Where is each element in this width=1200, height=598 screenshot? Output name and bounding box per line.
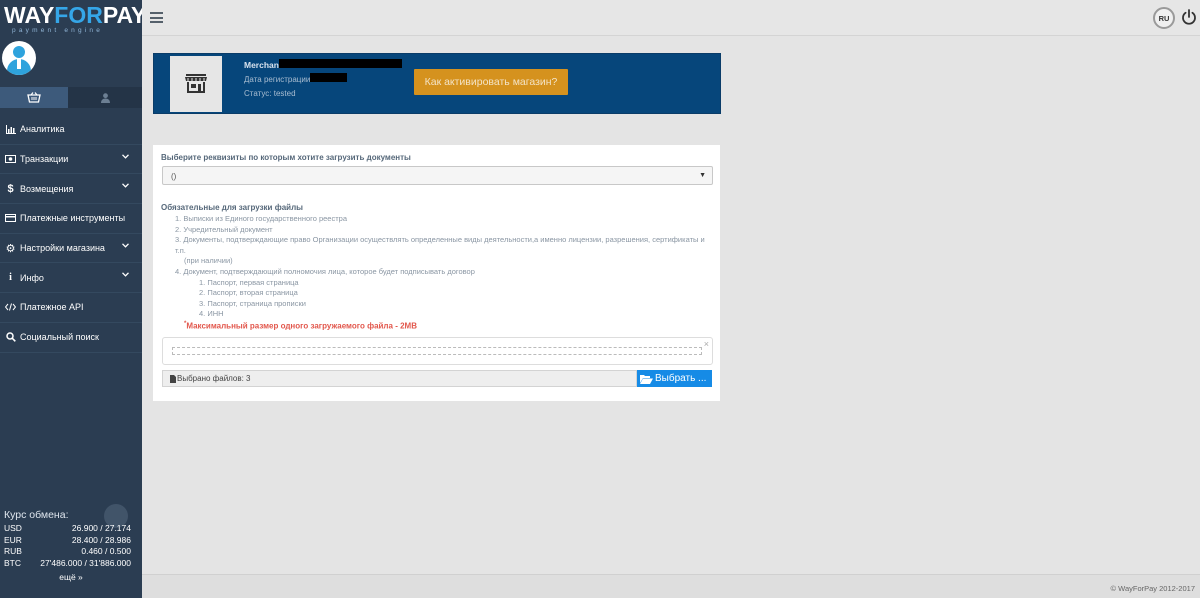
requisites-select[interactable]: () ▼ — [162, 166, 713, 185]
merchant-status: Статус: tested — [244, 89, 296, 98]
merchant-registration-label: Дата регистрации: — [244, 75, 313, 84]
sidebar-nav: Аналитика Транзакции $ Возмещения Платеж… — [0, 115, 142, 353]
rates-more-link[interactable]: ещё » — [4, 572, 138, 582]
list-item: (при наличии) — [184, 256, 233, 266]
logo-subtitle: payment engine — [12, 27, 104, 34]
redacted-registration-date — [310, 73, 347, 82]
max-file-size-text: Максимальный размер одного загружаемого … — [186, 321, 417, 331]
sidebar-item-label: Аналитика — [20, 124, 65, 135]
gear-icon: ⚙ — [5, 242, 16, 255]
activate-shop-button[interactable]: Как активировать магазин? — [414, 69, 568, 95]
rate-currency: BTC — [4, 557, 21, 568]
sidebar-item-shop-settings[interactable]: ⚙ Настройки магазина — [0, 234, 142, 264]
sidebar-item-label: Платежное API — [20, 302, 84, 313]
sidebar-item-label: Возмещения — [20, 183, 74, 194]
double-chevron-down-icon: » — [78, 572, 83, 582]
merchant-banner: Merchant Дата регистрации: Статус: teste… — [153, 53, 721, 114]
logo-part-way: WAY — [4, 2, 55, 28]
sidebar-item-info[interactable]: i Инфо — [0, 263, 142, 294]
topbar: RU — [142, 0, 1200, 36]
sidebar-item-label: Инфо — [20, 272, 44, 283]
code-icon — [5, 302, 16, 312]
choose-files-label: Выбрать ... — [655, 373, 707, 384]
rate-row: USD 26.900 / 27.174 — [4, 523, 138, 535]
tab-shop[interactable] — [0, 87, 68, 108]
search-icon — [5, 332, 16, 343]
document-upload-panel: Выберите реквизиты по которым хотите заг… — [153, 145, 720, 401]
list-item: 4. Документ, подтверждающий полномочия л… — [175, 266, 475, 276]
requisites-select-label: Выберите реквизиты по которым хотите заг… — [161, 153, 411, 162]
required-files-title: Обязательные для загрузки файлы — [161, 203, 303, 212]
logo[interactable]: WAYFORPAY payment engine — [0, 0, 146, 36]
rate-value: 28.400 / 28.986 — [71, 534, 131, 545]
tab-profile[interactable] — [68, 87, 142, 108]
merchant-title: Merchant — [244, 60, 282, 70]
copyright: © WayForPay 2012-2017 — [1110, 584, 1195, 593]
files-selected-text: Выбрано файлов: 3 — [177, 374, 251, 383]
sidebar-item-payment-tools[interactable]: Платежные инструменты — [0, 204, 142, 234]
sidebar: WAYFORPAY payment engine Аналитика Транз… — [0, 0, 146, 598]
rate-value: 26.900 / 27.174 — [71, 523, 131, 533]
logo-part-for: FOR — [54, 2, 103, 28]
close-icon[interactable]: × — [704, 339, 709, 349]
sidebar-item-label: Платежные инструменты — [20, 213, 126, 224]
basket-icon — [27, 92, 41, 103]
max-file-size-note: *Максимальный размер одного загружаемого… — [184, 321, 417, 331]
avatar[interactable] — [2, 41, 36, 75]
list-item: 4. ИНН — [199, 309, 224, 319]
shop-icon — [185, 74, 207, 93]
chevron-down-icon — [122, 183, 129, 189]
list-item: 2. Паспорт, вторая страница — [199, 288, 298, 298]
rate-value: 27'486.000 / 31'886.000 — [40, 557, 131, 568]
sidebar-item-label: Настройки магазина — [20, 243, 105, 254]
shop-image — [170, 56, 222, 112]
user-icon — [100, 92, 110, 103]
list-item: 3. Документы, подтверждающие право Орган… — [175, 235, 705, 255]
footer: © WayForPay 2012-2017 — [142, 574, 1200, 598]
bar-chart-icon — [5, 124, 16, 134]
power-icon[interactable] — [1181, 9, 1197, 25]
rate-value: 0.460 / 0.500 — [81, 546, 131, 556]
list-item: 2. Учредительный документ — [175, 224, 273, 234]
list-item: 3. Паспорт, страница прописки — [199, 298, 306, 308]
sidebar-item-analytics[interactable]: Аналитика — [0, 115, 142, 145]
credit-card-icon — [5, 213, 16, 223]
menu-toggle-icon[interactable] — [150, 12, 163, 26]
sidebar-item-social-search[interactable]: Социальный поиск — [0, 323, 142, 353]
sidebar-item-transactions[interactable]: Транзакции — [0, 145, 142, 175]
sidebar-item-refunds[interactable]: $ Возмещения — [0, 174, 142, 205]
file-caption: Выбрано файлов: 3 — [162, 370, 637, 387]
list-item: 1. Паспорт, первая страница — [199, 277, 299, 287]
required-files-list: 1. Выписки из Единого государственного р… — [175, 214, 715, 320]
language-switcher[interactable]: RU — [1153, 7, 1175, 29]
folder-open-icon — [640, 374, 653, 384]
sidebar-item-label: Транзакции — [20, 154, 69, 165]
choose-files-button[interactable]: Выбрать ... — [637, 370, 712, 387]
file-drop-zone[interactable]: × — [162, 337, 713, 365]
redacted-merchant-name — [279, 59, 402, 68]
file-icon — [170, 374, 176, 383]
rate-row: RUB 0.460 / 0.500 — [4, 546, 138, 558]
logo-part-pay: PAY — [102, 2, 147, 28]
rate-currency: EUR — [4, 534, 22, 545]
list-item: 1. Выписки из Единого государственного р… — [175, 214, 347, 223]
sidebar-item-label: Социальный поиск — [20, 332, 99, 343]
money-icon — [5, 154, 16, 164]
rate-row: EUR 28.400 / 28.986 — [4, 535, 138, 547]
requisites-select-value: () — [171, 172, 177, 181]
file-preview-area — [172, 347, 702, 355]
rate-currency: USD — [4, 523, 22, 533]
exchange-rates: Курс обмена: USD 26.900 / 27.174 EUR 28.40… — [0, 509, 142, 582]
dollar-icon: $ — [7, 182, 14, 195]
chevron-down-icon — [122, 243, 129, 248]
rate-row: BTC 27'486.000 / 31'886.000 — [4, 558, 138, 570]
sidebar-item-payment-api[interactable]: Платежное API — [0, 293, 142, 323]
chevron-down-icon — [122, 272, 129, 278]
rates-title: Курс обмена: — [4, 509, 69, 521]
chevron-down-icon — [122, 154, 129, 159]
info-icon: i — [9, 272, 12, 284]
rate-currency: RUB — [4, 546, 22, 556]
caret-down-icon: ▼ — [699, 172, 706, 179]
